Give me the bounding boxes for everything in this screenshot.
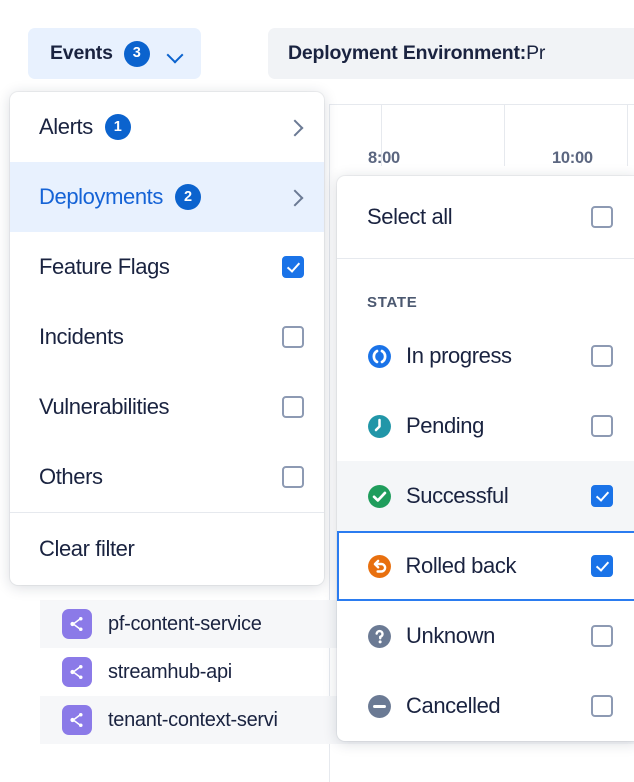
service-name: tenant-context-servi [108,708,278,731]
service-node-icon [62,657,92,687]
success-check-icon [367,484,392,509]
screen-root: 8:00 10:00 pf-content-service streamhub-… [0,0,634,782]
state-item-checkbox[interactable] [591,415,613,437]
axis-tick-0: 8:00 [368,149,400,167]
clear-filter-label: Clear filter [39,536,135,561]
state-item-label: Pending [406,413,484,438]
menu-item-vulnerabilities[interactable]: Vulnerabilities [10,372,324,442]
menu-item-checkbox[interactable] [282,396,304,418]
events-filter-label: Events [50,42,113,64]
menu-item-deployments[interactable]: Deployments 2 [10,162,324,232]
state-item-label: In progress [406,343,512,368]
state-item-label: Successful [406,483,509,508]
deployment-environment-filter-button[interactable]: Deployment Environment: Pr [268,28,634,79]
chevron-down-icon [167,49,183,59]
menu-item-checkbox[interactable] [282,326,304,348]
in-progress-icon [367,344,392,369]
deployment-environment-value: Pr [526,42,546,64]
menu-item-incidents[interactable]: Incidents [10,302,324,372]
state-item-label: Unknown [406,623,495,648]
state-item-checkbox[interactable] [591,485,613,507]
state-item-cancelled[interactable]: Cancelled [337,671,634,741]
menu-item-badge: 2 [175,184,201,210]
menu-item-checkbox[interactable] [282,256,304,278]
menu-item-badge: 1 [104,114,131,140]
state-item-unknown[interactable]: Unknown [337,601,634,671]
deployment-environment-label: Deployment Environment: [288,42,527,64]
select-all-row[interactable]: Select all [337,176,634,258]
state-item-successful[interactable]: Successful [337,461,634,531]
select-all-checkbox[interactable] [591,206,613,228]
unknown-question-icon [367,624,392,649]
state-item-rolled-back[interactable]: Rolled back [337,531,634,601]
menu-item-checkbox[interactable] [282,466,304,488]
menu-item-label: Feature Flags [39,254,170,279]
menu-item-feature-flags[interactable]: Feature Flags [10,232,324,302]
menu-item-alerts[interactable]: Alerts 1 [10,92,324,162]
state-item-in-progress[interactable]: In progress [337,321,634,391]
service-name: pf-content-service [108,612,262,635]
cancelled-minus-icon [367,694,392,719]
group-header-state: STATE [367,294,418,311]
axis-tick-1: 10:00 [552,149,593,167]
menu-item-label: Others [39,464,103,489]
events-filter-button[interactable]: Events 3 [28,28,201,79]
chevron-right-icon [288,120,302,134]
events-filter-count-badge: 3 [123,40,150,67]
state-item-checkbox[interactable] [591,625,613,647]
state-item-pending[interactable]: Pending [337,391,634,461]
menu-item-others[interactable]: Others [10,442,324,512]
time-axis: 8:00 10:00 [330,104,634,167]
chevron-right-icon [288,190,302,204]
menu-item-label: Incidents [39,324,124,349]
clear-filter-button[interactable]: Clear filter [10,513,324,585]
events-dropdown-menu: Alerts 1 Deployments 2 Feature Flags Inc… [10,92,324,585]
service-node-icon [62,609,92,639]
state-item-checkbox[interactable] [591,695,613,717]
state-item-checkbox[interactable] [591,555,613,577]
service-node-icon [62,705,92,735]
menu-item-label: Alerts [39,114,93,139]
service-name: streamhub-api [108,660,232,683]
select-all-label: Select all [367,204,453,229]
menu-item-label: Vulnerabilities [39,394,170,419]
pending-clock-icon [367,414,392,439]
state-submenu: Select all STATE In progress Pending Suc… [337,176,634,741]
filter-toolbar: Events 3 Deployment Environment: Pr [0,0,634,100]
state-item-checkbox[interactable] [591,345,613,367]
state-item-label: Rolled back [405,553,517,578]
state-item-label: Cancelled [406,693,501,718]
menu-item-label: Deployments [39,184,163,209]
rolled-back-icon [367,554,392,579]
